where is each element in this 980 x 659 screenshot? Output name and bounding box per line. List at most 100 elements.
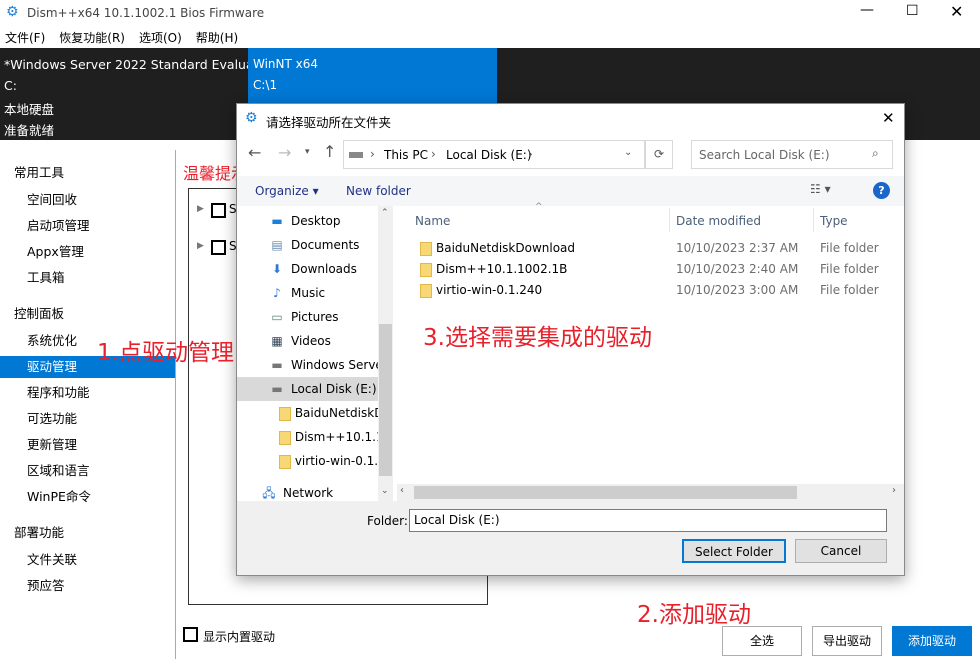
file-date: 10/10/2023 2:40 AM	[676, 262, 799, 276]
sidebar-item-features[interactable]: 可选功能	[0, 408, 175, 430]
breadcrumb-this-pc[interactable]: This PC	[384, 148, 428, 162]
section-deploy: 部署功能	[14, 525, 65, 540]
pictures-icon: ▭	[271, 310, 283, 324]
file-name: virtio-win-0.1.240	[436, 283, 543, 297]
maximize-button[interactable]: ☐	[906, 3, 919, 19]
scroll-thumb[interactable]	[379, 324, 392, 476]
organize-button[interactable]: Organize ▾	[255, 184, 319, 198]
h-scroll-thumb[interactable]	[414, 486, 797, 499]
back-arrow-icon[interactable]: ←	[248, 143, 261, 162]
show-builtin-checkbox[interactable]	[183, 627, 198, 642]
nav-label: BaiduNetdiskD	[294, 406, 384, 420]
up-arrow-icon[interactable]: ↑	[323, 142, 336, 161]
minimize-button[interactable]: —	[860, 2, 874, 18]
search-input[interactable]: Search Local Disk (E:) ⌕	[691, 140, 893, 169]
sidebar-item-assoc[interactable]: 文件关联	[0, 549, 175, 571]
scroll-up-icon[interactable]: ⌃	[381, 208, 389, 218]
menu-restore[interactable]: 恢复功能(R)	[59, 28, 125, 48]
expand-icon[interactable]: ▶	[197, 241, 204, 251]
column-divider[interactable]	[813, 208, 814, 232]
nav-folder[interactable]: Dism++10.1.10	[237, 425, 392, 449]
nav-label: virtio-win-0.1.2	[294, 454, 386, 468]
sidebar-item-region[interactable]: 区域和语言	[0, 460, 175, 482]
scroll-right-icon[interactable]: ›	[892, 485, 896, 496]
cancel-button[interactable]: Cancel	[795, 539, 887, 563]
folder-label: Folder:	[367, 514, 408, 528]
nav-scrollbar[interactable]: ⌃ ⌄	[378, 206, 393, 501]
recent-chevron-icon[interactable]: ▾	[305, 147, 310, 157]
chevron-right-icon: ›	[370, 147, 375, 161]
file-name: BaiduNetdiskDownload	[436, 241, 576, 255]
search-icon: ⌕	[872, 146, 879, 160]
breadcrumb-local-disk[interactable]: Local Disk (E:)	[446, 148, 532, 162]
nav-music[interactable]: ♪ Music	[237, 281, 392, 305]
image-path: C:\1	[253, 78, 278, 92]
nav-downloads[interactable]: ⬇ Downloads	[237, 257, 392, 281]
window-title: Dism++x64 10.1.1002.1 Bios Firmware	[27, 6, 265, 20]
nav-label: Downloads	[291, 262, 357, 276]
sidebar-item-startup[interactable]: 启动项管理	[0, 215, 175, 237]
annotation-step2: 2.添加驱动	[637, 602, 751, 628]
chevron-down-icon[interactable]: ⌄	[624, 147, 632, 158]
image-type: 本地硬盘	[4, 102, 55, 117]
drive-icon: ▬	[271, 382, 283, 396]
help-icon[interactable]: ?	[873, 182, 890, 199]
section-control-panel: 控制面板	[14, 306, 65, 321]
folder-icon	[279, 406, 291, 421]
nav-pictures[interactable]: ▭ Pictures	[237, 305, 392, 329]
menu-file[interactable]: 文件(F)	[5, 28, 45, 48]
nav-label: Documents	[291, 238, 360, 252]
sidebar-item-appx[interactable]: Appx管理	[0, 241, 175, 263]
nav-local-disk[interactable]: ▬ Local Disk (E:)	[237, 377, 392, 401]
nav-desktop[interactable]: ▬ Desktop	[237, 209, 392, 233]
select-all-button[interactable]: 全选	[722, 626, 802, 656]
nav-network[interactable]: 🖧 Network	[237, 481, 392, 501]
folder-input[interactable]: Local Disk (E:)	[409, 509, 887, 532]
sidebar-item-space[interactable]: 空间回收	[0, 189, 175, 211]
column-type[interactable]: Type	[820, 214, 848, 228]
checkbox[interactable]	[211, 240, 226, 255]
close-button[interactable]: ✕	[950, 2, 963, 21]
nav-folder[interactable]: BaiduNetdiskD	[237, 401, 392, 425]
nav-folder[interactable]: virtio-win-0.1.2	[237, 449, 392, 473]
menu-bar: 文件(F) 恢复功能(R) 选项(O) 帮助(H)	[0, 28, 238, 48]
view-options-icon[interactable]: ☷ ▾	[810, 182, 831, 196]
menu-options[interactable]: 选项(O)	[139, 28, 182, 48]
select-folder-button[interactable]: Select Folder	[682, 539, 786, 563]
nav-videos[interactable]: ▦ Videos	[237, 329, 392, 353]
refresh-button[interactable]: ⟳	[645, 140, 673, 169]
export-drivers-button[interactable]: 导出驱动	[812, 626, 882, 656]
nav-label: Videos	[291, 334, 331, 348]
nav-label: Network	[283, 486, 334, 500]
dialog-gear-icon: ⚙	[245, 110, 258, 126]
scroll-left-icon[interactable]: ‹	[400, 485, 404, 496]
sidebar-item-programs[interactable]: 程序和功能	[0, 382, 175, 404]
file-row[interactable]: Dism++10.1.1002.1B 10/10/2023 2:40 AM File…	[402, 259, 902, 280]
sidebar-item-updates[interactable]: 更新管理	[0, 434, 175, 456]
file-date: 10/10/2023 3:00 AM	[676, 283, 799, 297]
sidebar-item-answer[interactable]: 预应答	[0, 575, 175, 597]
column-name[interactable]: Name	[415, 214, 450, 228]
add-drivers-button[interactable]: 添加驱动	[892, 626, 972, 656]
desktop-icon: ▬	[271, 214, 283, 228]
sidebar-item-toolbox[interactable]: 工具箱	[0, 267, 175, 289]
expand-icon[interactable]: ▶	[197, 204, 204, 214]
scroll-down-icon[interactable]: ⌄	[381, 486, 389, 496]
videos-icon: ▦	[271, 334, 283, 348]
sidebar-item-winpe[interactable]: WinPE命令	[0, 486, 175, 508]
forward-arrow-icon[interactable]: →	[278, 143, 291, 162]
new-folder-button[interactable]: New folder	[346, 184, 411, 198]
file-type: File folder	[820, 262, 879, 276]
column-divider[interactable]	[669, 208, 670, 232]
dialog-close-button[interactable]: ✕	[882, 109, 895, 127]
nav-documents[interactable]: ▤ Documents	[237, 233, 392, 257]
address-bar[interactable]: › This PC › Local Disk (E:) › ⌄	[343, 140, 645, 169]
column-date[interactable]: Date modified	[676, 214, 761, 228]
file-type: File folder	[820, 241, 879, 255]
file-row[interactable]: BaiduNetdiskDownload 10/10/2023 2:37 AM Fi…	[402, 238, 902, 259]
nav-windows-server[interactable]: ▬ Windows Server	[237, 353, 392, 377]
menu-help[interactable]: 帮助(H)	[196, 28, 238, 48]
file-row[interactable]: virtio-win-0.1.240 10/10/2023 3:00 AM File…	[402, 280, 902, 301]
h-scrollbar[interactable]: ‹ ›	[397, 484, 904, 501]
checkbox[interactable]	[211, 203, 226, 218]
